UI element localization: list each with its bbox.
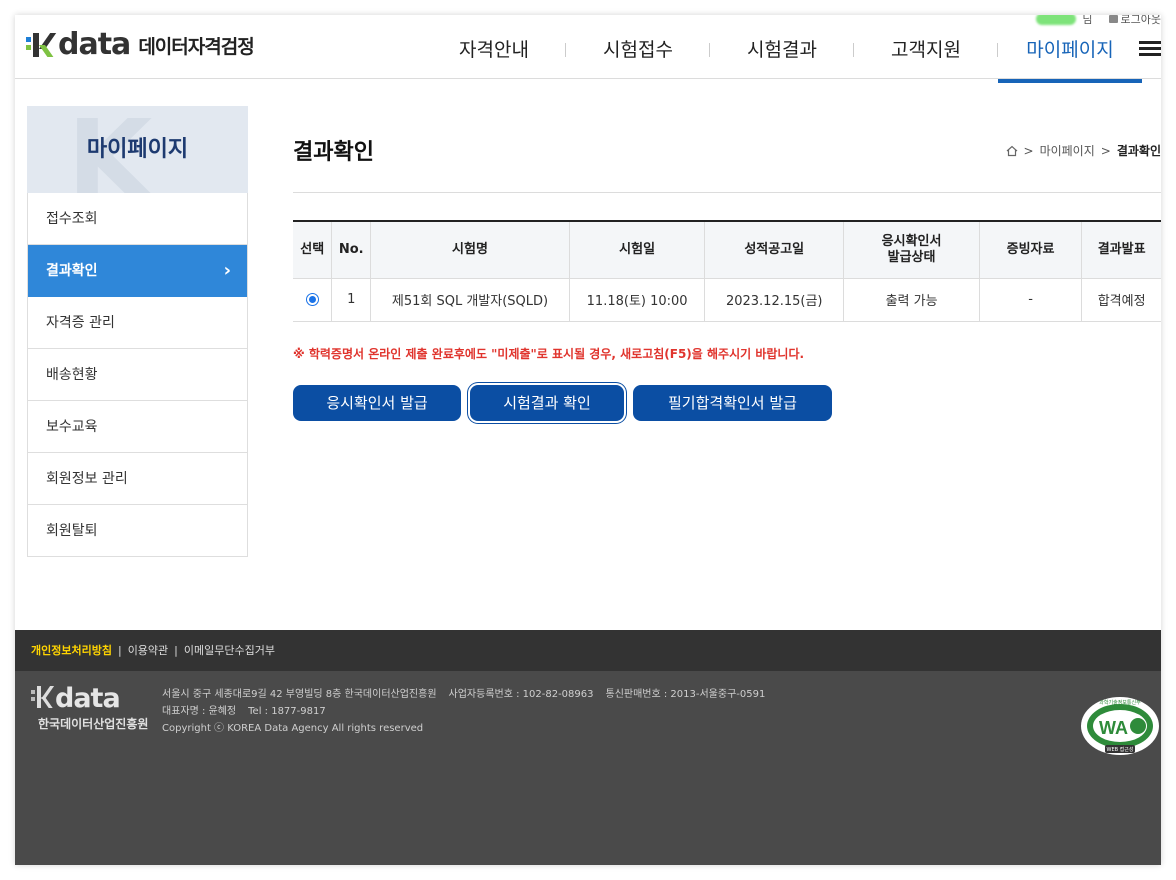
footer-logo-subtitle: 한국데이터산업진흥원 bbox=[38, 717, 149, 731]
wa-badge-top: 과학기술정보통신부 bbox=[1099, 699, 1141, 706]
footer-logo: data 한국데이터산업진흥원 bbox=[31, 685, 148, 732]
sidebar-item-certificate[interactable]: 자격증 관리 bbox=[28, 297, 247, 349]
sidebar-item-withdraw[interactable]: 회원탈퇴 bbox=[28, 505, 247, 557]
written-pass-certificate-button[interactable]: 필기합격확인서 발급 bbox=[633, 385, 832, 421]
sidebar-item-results[interactable]: 결과확인 › bbox=[28, 245, 247, 297]
action-buttons: 응시확인서 발급 시험결과 확인 필기합격확인서 발급 bbox=[293, 385, 832, 421]
issue-certificate-button[interactable]: 응시확인서 발급 bbox=[293, 385, 461, 421]
breadcrumb: > 마이페이지 > 결과확인 bbox=[1006, 142, 1161, 159]
col-header-evidence: 증빙자료 bbox=[978, 221, 1083, 279]
sidebar-item-application[interactable]: 접수조회 bbox=[28, 193, 247, 245]
footer-links: 개인정보처리방침 | 이용약관 | 이메일무단수집거부 bbox=[15, 630, 1161, 671]
table-header-row: 선택 No. 시험명 시험일 성적공고일 응시확인서 발급상태 증빙자료 결과발… bbox=[293, 221, 1161, 279]
nav-item-support[interactable]: 고객지원 bbox=[854, 15, 998, 79]
breadcrumb-sep-icon: > bbox=[1023, 143, 1034, 158]
col-header-announce-date: 성적공고일 bbox=[704, 221, 845, 279]
logo-subtitle: 데이터자격검정 bbox=[138, 35, 254, 58]
page-frame: data 데이터자격검정 님 로그아웃 자격안내 시험접수 시험결과 고객지원 … bbox=[15, 15, 1161, 865]
footer-ceo: 대표자명 : 윤혜정 bbox=[162, 706, 237, 717]
page-title: 결과확인 bbox=[293, 140, 374, 165]
footer-logo-text: data bbox=[55, 683, 121, 714]
col-header-exam-name: 시험명 bbox=[369, 221, 571, 279]
footer-copyright: Copyright ⓒ KOREA Data Agency All rights… bbox=[162, 723, 424, 734]
wa-badge-bottom: WEB 접근성 bbox=[1107, 746, 1134, 753]
nav-label: 시험결과 bbox=[747, 39, 817, 61]
chevron-right-icon: › bbox=[223, 260, 231, 281]
footer-address: 서울시 중구 세종대로9길 42 부영빌딩 8층 한국데이터산업진흥원 bbox=[162, 689, 437, 700]
nav-label: 마이페이지 bbox=[1026, 39, 1114, 61]
nav-item-results[interactable]: 시험결과 bbox=[710, 15, 854, 79]
email-refusal-link[interactable]: 이메일무단수집거부 bbox=[184, 644, 275, 657]
table-row: 1 제51회 SQL 개발자(SQLD) 11.18(토) 10:00 2023… bbox=[293, 277, 1161, 322]
breadcrumb-mypage[interactable]: 마이페이지 bbox=[1040, 142, 1095, 159]
main-nav: 자격안내 시험접수 시험결과 고객지원 마이페이지 bbox=[422, 15, 1142, 83]
sidebar: K 마이페이지 접수조회 결과확인 › 자격증 관리 배송현황 보수교육 회원정보… bbox=[27, 106, 248, 557]
footer-info: 서울시 중구 세종대로9길 42 부영빌딩 8층 한국데이터산업진흥원 사업자등록… bbox=[162, 686, 765, 737]
kdata-logo-icon bbox=[31, 685, 55, 709]
nav-label: 자격안내 bbox=[459, 39, 529, 61]
kdata-logo-icon bbox=[26, 31, 62, 59]
site-header: data 데이터자격검정 님 로그아웃 자격안내 시험접수 시험결과 고객지원 … bbox=[15, 15, 1161, 83]
col-header-result: 결과발표 bbox=[1081, 221, 1161, 279]
nav-item-apply[interactable]: 시험접수 bbox=[566, 15, 710, 79]
hamburger-menu-icon[interactable] bbox=[1139, 41, 1161, 57]
privacy-policy-link[interactable]: 개인정보처리방침 bbox=[31, 644, 112, 657]
notice-text: ※ 학력증명서 온라인 제출 완료후에도 "미제출"로 표시될 경우, 새로고침… bbox=[293, 347, 805, 361]
breadcrumb-sep-icon: > bbox=[1100, 143, 1111, 158]
site-logo[interactable]: data 데이터자격검정 bbox=[26, 27, 255, 62]
wa-mark: WA bbox=[1099, 718, 1128, 738]
col-header-cert-status: 응시확인서 발급상태 bbox=[843, 221, 980, 279]
col-header-no: No. bbox=[331, 221, 371, 279]
breadcrumb-current: 결과확인 bbox=[1116, 144, 1161, 158]
title-divider bbox=[293, 192, 1161, 193]
select-radio[interactable] bbox=[305, 293, 319, 306]
cell-select bbox=[293, 277, 333, 322]
cell-result: 합격예정 bbox=[1081, 277, 1161, 322]
nav-label: 시험접수 bbox=[603, 39, 673, 61]
footer-tel: Tel : 1877-9817 bbox=[248, 706, 326, 717]
sidebar-menu: 접수조회 결과확인 › 자격증 관리 배송현황 보수교육 회원정보 관리 회원탈퇴 bbox=[27, 193, 248, 557]
cell-cert-status: 출력 가능 bbox=[843, 277, 980, 322]
sidebar-header: K 마이페이지 bbox=[27, 106, 248, 193]
cell-no: 1 bbox=[331, 277, 371, 322]
footer-mail-order: 통신판매번호 : 2013-서울중구-0591 bbox=[605, 689, 766, 700]
logo-text: data bbox=[58, 27, 131, 62]
nav-label: 고객지원 bbox=[891, 39, 961, 61]
home-icon[interactable] bbox=[1006, 145, 1018, 157]
cell-exam-date: 11.18(토) 10:00 bbox=[569, 277, 706, 322]
check-result-button[interactable]: 시험결과 확인 bbox=[470, 385, 624, 421]
cell-exam-name: 제51회 SQL 개발자(SQLD) bbox=[369, 277, 571, 322]
footer: data 한국데이터산업진흥원 서울시 중구 세종대로9길 42 부영빌딩 8층… bbox=[15, 671, 1161, 865]
results-table: 선택 No. 시험명 시험일 성적공고일 응시확인서 발급상태 증빙자료 결과발… bbox=[293, 220, 1161, 322]
sidebar-item-education[interactable]: 보수교육 bbox=[28, 401, 247, 453]
nav-item-guide[interactable]: 자격안내 bbox=[422, 15, 566, 79]
cell-announce-date: 2023.12.15(금) bbox=[704, 277, 845, 322]
sidebar-title: 마이페이지 bbox=[86, 137, 189, 162]
col-header-select: 선택 bbox=[293, 221, 333, 279]
sidebar-item-member-info[interactable]: 회원정보 관리 bbox=[28, 453, 247, 505]
sidebar-item-label: 결과확인 bbox=[46, 263, 98, 279]
sidebar-item-delivery[interactable]: 배송현황 bbox=[28, 349, 247, 401]
footer-biz-no: 사업자등록번호 : 102-82-08963 bbox=[448, 689, 594, 700]
nav-item-mypage[interactable]: 마이페이지 bbox=[998, 15, 1142, 83]
col-header-exam-date: 시험일 bbox=[569, 221, 706, 279]
web-accessibility-badge-icon: WA 과학기술정보통신부 WEB 접근성 bbox=[1081, 697, 1159, 755]
terms-link[interactable]: 이용약관 bbox=[128, 644, 168, 657]
cell-evidence: - bbox=[978, 277, 1083, 322]
